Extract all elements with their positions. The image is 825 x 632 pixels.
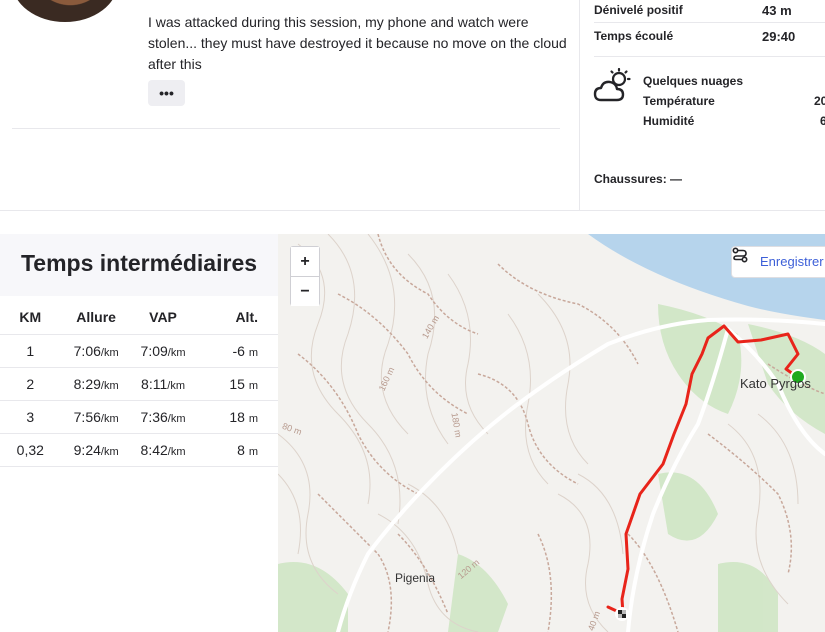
stat-value: 43 m — [762, 3, 792, 18]
split-pace: 7:56/km — [60, 400, 132, 434]
divider — [594, 56, 825, 57]
split-pace: 8:29/km — [60, 367, 132, 401]
humidity-value: 6 — [820, 114, 825, 128]
save-route-button[interactable]: Enregistrer — [731, 246, 825, 278]
column-header: KM — [0, 300, 61, 335]
zoom-in-button[interactable]: + — [291, 247, 319, 276]
column-header: VAP — [131, 300, 195, 335]
splits-table: KM Allure VAP Alt. 1 7:06/km 7:09/km -6 … — [0, 300, 278, 467]
avatar[interactable] — [12, 0, 118, 22]
stat-value: 29:40 — [762, 29, 796, 44]
table-row: 3 7:56/km 7:36/km 18 m — [0, 400, 278, 434]
zoom-out-button[interactable]: − — [291, 277, 319, 306]
zoom-controls: + − — [290, 246, 320, 306]
divider — [579, 0, 580, 210]
route-icon — [732, 247, 748, 263]
divider — [12, 128, 560, 129]
split-gap: 7:36/km — [131, 400, 195, 434]
split-km: 0,32 — [0, 433, 61, 467]
split-km: 2 — [0, 367, 61, 401]
split-pace: 9:24/km — [60, 433, 132, 467]
place-label: Pigenia — [395, 571, 436, 585]
divider — [594, 22, 825, 23]
temperature-label: Température — [643, 94, 715, 108]
split-km: 3 — [0, 400, 61, 434]
split-elevation: 15 m — [194, 367, 278, 401]
table-row: 0,32 9:24/km 8:42/km 8 m — [0, 433, 278, 467]
route-map[interactable]: + − Enregistrer Kato Pyrgos Pigenia 140 … — [278, 234, 825, 632]
table-row: 1 7:06/km 7:09/km -6 m — [0, 334, 278, 368]
weather-condition: Quelques nuages — [643, 74, 744, 88]
save-route-label: Enregistrer — [760, 254, 824, 269]
shoes-label: Chaussures: — — [594, 172, 683, 186]
temperature-value: 20 — [814, 94, 825, 108]
split-gap: 8:11/km — [131, 367, 195, 401]
humidity-label: Humidité — [643, 114, 695, 128]
split-km: 1 — [0, 334, 61, 368]
divider — [0, 210, 825, 211]
split-elevation: 18 m — [194, 400, 278, 434]
split-gap: 8:42/km — [131, 433, 195, 467]
place-label: Kato Pyrgos — [740, 376, 811, 391]
split-elevation: 8 m — [194, 433, 278, 467]
split-elevation: -6 m — [194, 334, 278, 368]
stat-label: Temps écoulé — [594, 29, 674, 43]
finish-flag-icon — [615, 607, 629, 621]
column-header: Allure — [60, 300, 132, 335]
column-header: Alt. — [194, 300, 278, 335]
split-gap: 7:09/km — [131, 334, 195, 368]
stat-label: Dénivelé positif — [594, 3, 683, 17]
split-pace: 7:06/km — [60, 334, 132, 368]
activity-description: I was attacked during this session, my p… — [148, 14, 567, 72]
table-row: 2 8:29/km 8:11/km 15 m — [0, 367, 278, 401]
more-options-button[interactable]: ••• — [148, 80, 185, 106]
map-canvas[interactable] — [278, 234, 825, 632]
partly-cloudy-icon — [593, 68, 631, 102]
splits-title: Temps intermédiaires — [0, 234, 278, 296]
table-header-row: KM Allure VAP Alt. — [0, 300, 278, 335]
